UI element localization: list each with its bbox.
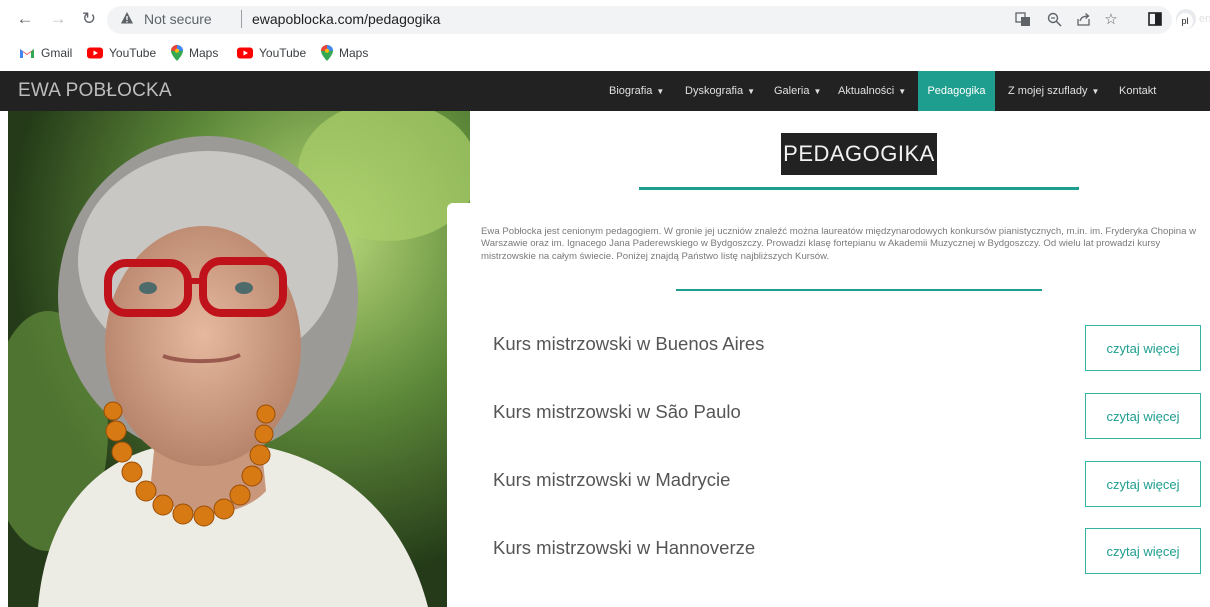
read-more-button-madryt[interactable]: czytaj więcej xyxy=(1085,461,1201,507)
url-host: ewapoblocka.com xyxy=(252,11,365,27)
reload-icon[interactable]: ↻ xyxy=(78,8,100,30)
language-en-button[interactable]: en xyxy=(1199,13,1210,25)
read-more-button-sao-paulo[interactable]: czytaj więcej xyxy=(1085,393,1201,439)
caret-down-icon: ▼ xyxy=(1091,86,1100,96)
back-arrow-icon[interactable]: ← xyxy=(14,8,36,30)
bookmark-maps-2[interactable]: Maps xyxy=(321,44,368,62)
url-text[interactable]: ewapoblocka.com/pedagogika xyxy=(252,11,440,27)
bookmark-gmail[interactable]: Gmail xyxy=(19,44,72,62)
caret-down-icon: ▼ xyxy=(747,86,755,96)
address-separator xyxy=(241,10,242,28)
intro-text: Ewa Pobłocka jest cenionym pedagogiem. W… xyxy=(481,226,1197,262)
maps-icon xyxy=(171,45,183,61)
forward-arrow-icon[interactable]: → xyxy=(47,8,69,30)
language-pl-button[interactable]: pl xyxy=(1177,13,1193,29)
nav-label: Pedagogika xyxy=(927,85,986,97)
portrait-photo xyxy=(8,111,470,607)
bookmarks-bar: Gmail YouTube Maps YouTube Maps xyxy=(0,40,1210,66)
zoom-icon[interactable] xyxy=(1044,9,1064,29)
caret-down-icon: ▼ xyxy=(656,86,665,96)
warning-icon[interactable] xyxy=(120,11,134,25)
course-title-buenos-aires: Kurs mistrzowski w Buenos Aires xyxy=(493,333,765,354)
nav-kontakt[interactable]: Kontakt xyxy=(1119,71,1156,111)
bookmark-label: YouTube xyxy=(109,46,157,60)
page-title: PEDAGOGIKA xyxy=(783,141,935,166)
bookmark-label: Maps xyxy=(189,46,219,60)
nav-label: Z mojej szuflady xyxy=(1008,85,1088,97)
bookmark-star-icon[interactable]: ☆ xyxy=(1101,9,1121,29)
course-title-hannover: Kurs mistrzowski w Hannoverze xyxy=(493,537,756,558)
nav-z-mojej-szuflady[interactable]: Z mojej szuflady ▼ xyxy=(1008,71,1099,111)
nav-label: Kontakt xyxy=(1119,85,1157,97)
title-divider xyxy=(639,187,1079,190)
nav-biografia[interactable]: Biografia ▼ xyxy=(609,71,664,111)
nav-label: Galeria xyxy=(774,85,810,97)
translate-icon[interactable] xyxy=(1013,9,1033,29)
page-title-box: PEDAGOGIKA xyxy=(781,133,937,175)
bookmark-label: Gmail xyxy=(41,46,73,60)
nav-label: Biografia xyxy=(609,85,653,97)
caret-down-icon: ▼ xyxy=(813,86,822,96)
bookmark-maps-1[interactable]: Maps xyxy=(171,44,218,62)
bookmark-youtube-2[interactable]: YouTube xyxy=(237,44,306,62)
caret-down-icon: ▼ xyxy=(898,86,907,96)
gmail-icon xyxy=(20,49,34,58)
nav-aktualnosci[interactable]: Aktualności ▼ xyxy=(838,71,906,111)
nav-dyskografia[interactable]: Dyskografia ▼ xyxy=(685,71,755,111)
intro-divider xyxy=(676,289,1042,291)
youtube-icon xyxy=(237,47,253,59)
site-logo[interactable]: EWA POBŁOCKA xyxy=(18,80,172,102)
course-title-sao-paulo: Kurs mistrzowski w São Paulo xyxy=(493,401,741,422)
youtube-icon xyxy=(87,47,103,59)
read-more-button-hannover[interactable]: czytaj więcej xyxy=(1085,528,1201,574)
read-more-button-buenos-aires[interactable]: czytaj więcej xyxy=(1085,325,1201,371)
portrait-illustration xyxy=(8,111,470,607)
nav-label: Dyskografia xyxy=(685,85,744,97)
browser-toolbar: ← → ↻ Not secure ewapoblocka.com/pedagog… xyxy=(0,0,1210,38)
security-status[interactable]: Not secure xyxy=(144,11,212,27)
url-path: /pedagogika xyxy=(364,11,441,27)
site-header: EWA POBŁOCKA Biografia ▼ Dyskografia ▼ Gal… xyxy=(0,71,1210,111)
nav-galeria[interactable]: Galeria ▼ xyxy=(774,71,821,111)
bookmark-youtube-1[interactable]: YouTube xyxy=(87,44,156,62)
course-title-madryt: Kurs mistrzowski w Madrycie xyxy=(493,469,731,490)
share-icon[interactable] xyxy=(1073,9,1093,29)
bookmark-label: YouTube xyxy=(259,46,307,60)
bookmark-label: Maps xyxy=(339,46,369,60)
nav-pedagogika[interactable]: Pedagogika xyxy=(918,71,995,111)
nav-label: Aktualności xyxy=(838,85,895,97)
side-panel-icon[interactable] xyxy=(1145,9,1165,29)
maps-icon xyxy=(321,45,333,61)
